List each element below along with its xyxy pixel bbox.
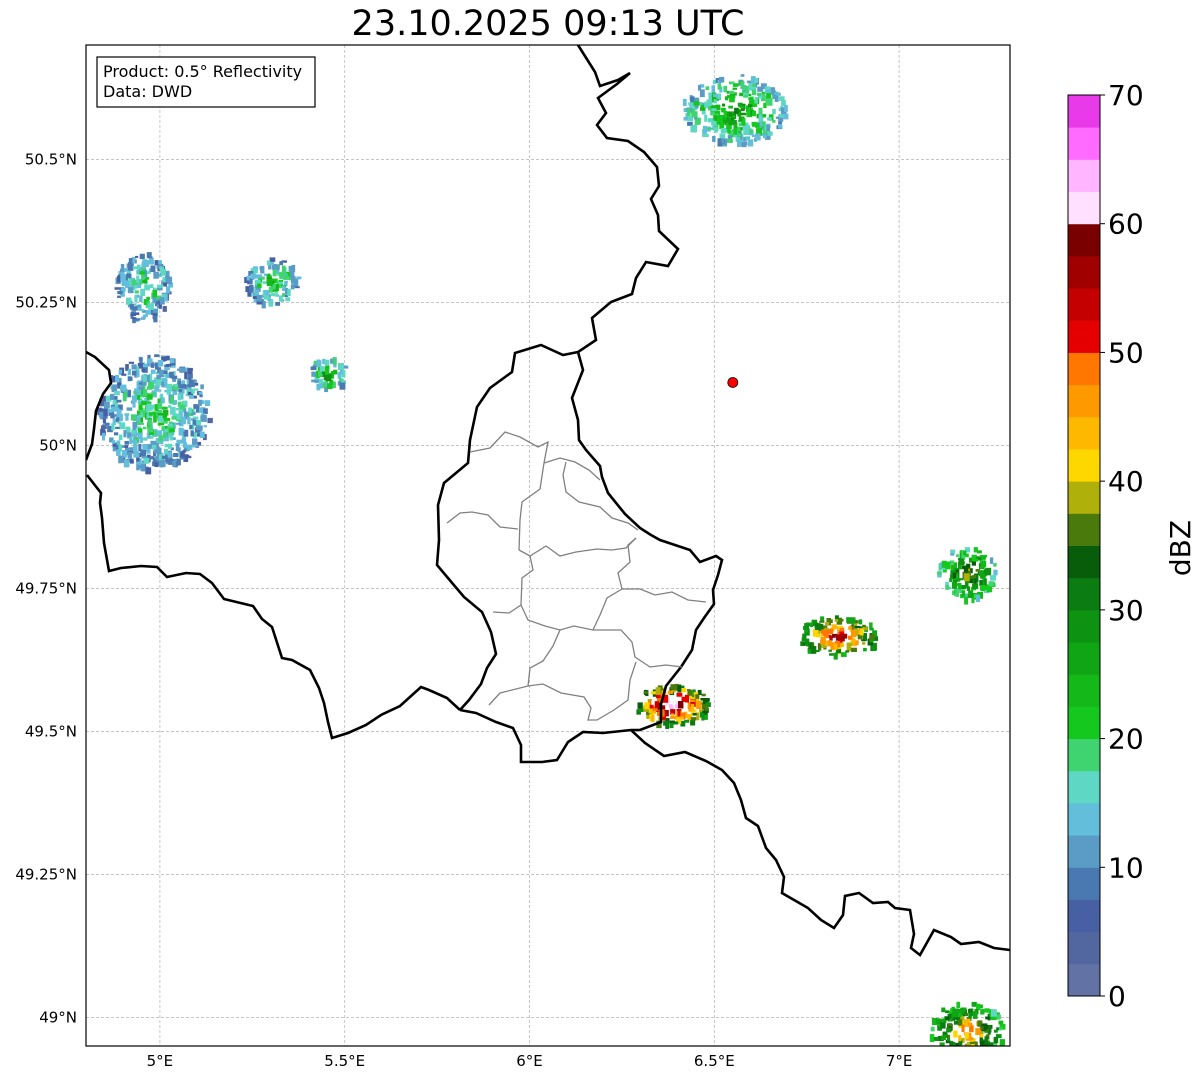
country-borders — [86, 45, 1010, 957]
colorbar-tick-label: 20 — [1108, 723, 1144, 756]
colorbar-segment — [1068, 191, 1100, 225]
lat-tick-label: 50.25°N — [15, 293, 77, 311]
lat-tick-label: 50°N — [39, 436, 77, 454]
radar-map-figure: 5°E 5.5°E 6°E 6.5°E 7°E 49°N 49.25°N 49.5°N 49.… — [15, 44, 1197, 1070]
colorbar-segment — [1068, 288, 1100, 321]
echo-cell-east-cell — [800, 615, 879, 660]
luxembourg-cantons — [446, 431, 707, 721]
colorbar-segment — [1068, 609, 1100, 643]
colorbar-segment — [1068, 835, 1100, 868]
info-data-source: Data: DWD — [103, 82, 192, 101]
colorbar-tick-label: 60 — [1108, 208, 1144, 241]
lat-tick-label: 49.5°N — [25, 722, 77, 740]
border-france-germany — [630, 729, 1010, 957]
radar-site-marker — [727, 377, 739, 388]
reflectivity-echoes — [97, 74, 1006, 1046]
colorbar-segment — [1068, 320, 1100, 353]
colorbar-segment — [1068, 577, 1100, 611]
colorbar-tick-label: 50 — [1108, 336, 1144, 369]
echo-cell-south-cell — [636, 683, 711, 729]
lon-tick-label: 5°E — [147, 1052, 174, 1070]
lon-tick-label: 6°E — [516, 1052, 543, 1070]
colorbar-segment — [1068, 802, 1100, 836]
colorbar-segment — [1068, 545, 1100, 579]
colorbar-segment — [1068, 867, 1100, 900]
graticule — [86, 45, 1010, 1046]
info-product: Product: 0.5° Reflectivity — [103, 62, 302, 81]
echo-cell-central-patch — [310, 357, 349, 393]
colorbar-segment — [1068, 706, 1100, 740]
info-box: Product: 0.5° Reflectivity Data: DWD — [96, 56, 316, 108]
echo-cell-nw-cluster-b — [114, 252, 173, 324]
lat-tick-label: 49.75°N — [15, 579, 77, 597]
longitude-axis: 5°E 5.5°E 6°E 6.5°E 7°E — [147, 1052, 913, 1070]
latitude-axis: 49°N 49.25°N 49.5°N 49.75°N 50°N 50.25°N 50.5°… — [15, 150, 77, 1026]
colorbar-segment — [1068, 899, 1100, 933]
colorbar-unit-label: dBZ — [1164, 520, 1197, 576]
colorbar-segment — [1068, 481, 1100, 514]
echo-cell-north-band — [244, 257, 302, 309]
colorbar-segment — [1068, 352, 1100, 386]
page-title: 23.10.2025 09:13 UTC — [351, 4, 745, 44]
lon-tick-label: 6.5°E — [694, 1052, 735, 1070]
colorbar-segment — [1068, 642, 1100, 675]
colorbar-segment — [1068, 95, 1100, 128]
colorbar-segment — [1068, 963, 1100, 997]
colorbar-segment — [1068, 384, 1100, 418]
lat-tick-label: 49.25°N — [15, 865, 77, 883]
colorbar-segment — [1068, 770, 1100, 804]
colorbar-segment — [1068, 223, 1100, 257]
colorbar: 0 10 20 30 40 50 60 70 — [1067, 79, 1144, 1013]
colorbar-segment — [1068, 416, 1100, 450]
map-frame — [85, 44, 1011, 1047]
border-belgium-france — [86, 474, 461, 740]
colorbar-segment — [1068, 674, 1100, 707]
lat-tick-label: 50.5°N — [25, 150, 77, 168]
colorbar-tick-label: 30 — [1108, 594, 1144, 627]
colorbar-tick-label: 70 — [1108, 79, 1144, 112]
echo-cell-nw-cluster-a — [97, 354, 213, 475]
colorbar-tick-label: 10 — [1108, 851, 1144, 884]
colorbar-segment — [1068, 448, 1100, 482]
radar-site-dot — [727, 377, 739, 388]
colorbar-segment — [1068, 931, 1100, 965]
echo-cell-far-east-cell — [937, 547, 998, 605]
echo-cell-ne-cell — [682, 74, 789, 148]
colorbar-segment — [1068, 159, 1100, 193]
echo-cell-se-corner-cell — [929, 1001, 1006, 1046]
colorbar-tick-label: 40 — [1108, 465, 1144, 498]
colorbar-segment — [1068, 738, 1100, 772]
lat-tick-label: 49°N — [39, 1008, 77, 1026]
colorbar-segment — [1068, 513, 1100, 546]
border-belgium-germany — [570, 45, 680, 537]
border-luxembourg-france — [459, 708, 632, 764]
colorbar-segment — [1068, 127, 1100, 160]
lon-tick-label: 7°E — [886, 1052, 913, 1070]
colorbar-tick-label: 0 — [1108, 980, 1126, 1013]
lon-tick-label: 5.5°E — [324, 1052, 365, 1070]
colorbar-segment — [1068, 255, 1100, 289]
